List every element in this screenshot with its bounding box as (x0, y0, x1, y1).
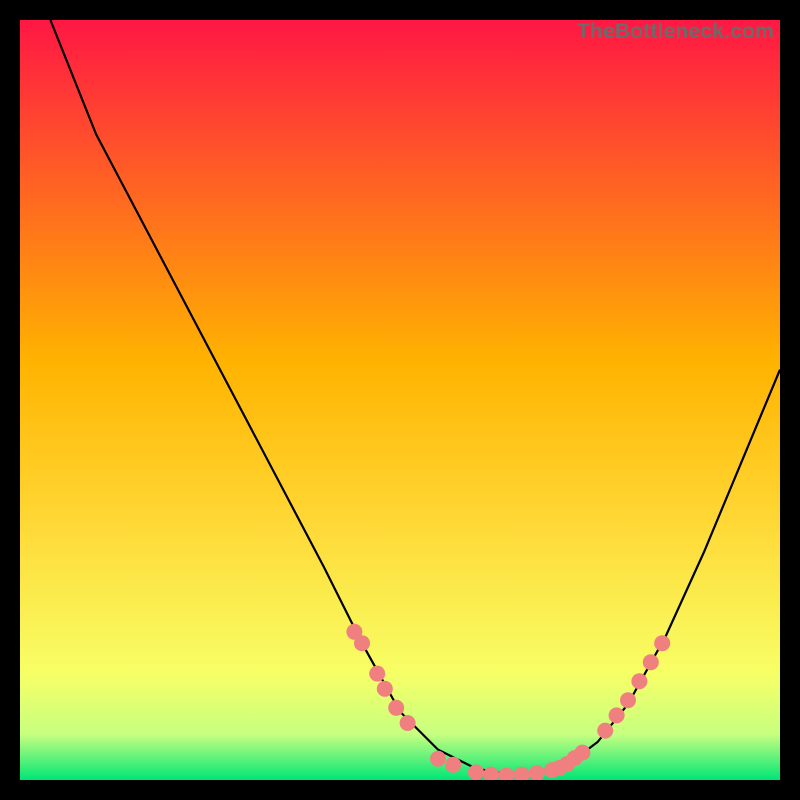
highlight-dot (597, 723, 613, 739)
highlight-dot (445, 757, 461, 773)
highlight-dot (468, 764, 484, 780)
highlight-dot (369, 666, 385, 682)
highlight-dot (400, 715, 416, 731)
gradient-background (20, 20, 780, 780)
highlight-dot (354, 635, 370, 651)
highlight-dot (654, 635, 670, 651)
highlight-dot (377, 681, 393, 697)
highlight-dot (620, 692, 636, 708)
plot-area: TheBottleneck.com (20, 20, 780, 780)
attribution-watermark: TheBottleneck.com (577, 20, 774, 44)
highlight-dot (643, 654, 659, 670)
app-frame: TheBottleneck.com (0, 0, 800, 800)
highlight-dot (574, 745, 590, 761)
highlight-dot (609, 707, 625, 723)
highlight-dot (388, 700, 404, 716)
highlight-dot (631, 673, 647, 689)
highlight-dot (430, 751, 446, 767)
chart-svg (20, 20, 780, 780)
